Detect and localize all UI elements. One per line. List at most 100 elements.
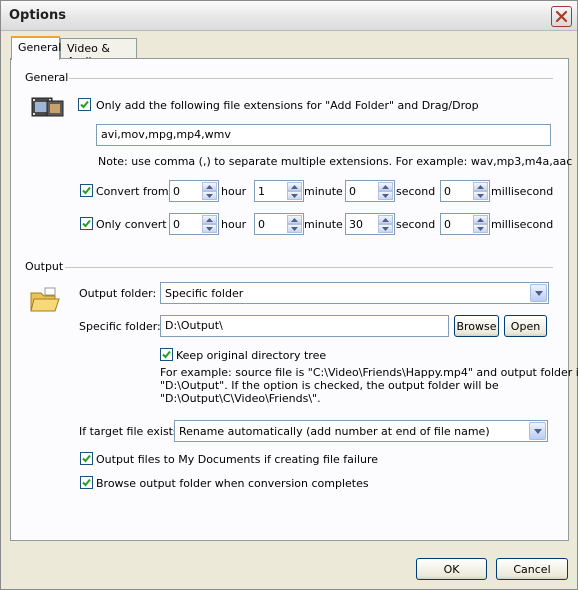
if-exists-dropdown-button[interactable] [529,422,546,440]
ok-button[interactable]: OK [416,558,487,580]
spin-up-button[interactable] [473,182,488,191]
checkmark-icon [80,100,89,109]
close-button[interactable] [551,6,572,27]
example-line-3: "D:\Output\C\Video\Friends\". [160,392,321,405]
spin-down-button[interactable] [202,191,217,200]
minute-unit-label: minute [304,185,343,198]
only-convert-label: Only convert [96,218,167,231]
specific-folder-input[interactable]: D:\Output\ [160,315,449,337]
only-convert-second-spinner[interactable]: 30 [345,213,395,235]
convert-from-minute-spinner[interactable]: 1 [254,180,304,202]
millisecond-unit-label: millisecond [491,185,554,198]
window-title: Options [9,8,66,23]
cancel-button[interactable]: Cancel [496,558,568,580]
browse-button-label: Browse [456,320,497,333]
spin-down-button[interactable] [287,191,302,200]
spin-up-button[interactable] [287,215,302,224]
convert-from-hour-value: 0 [173,185,180,198]
hour-unit-label: hour [221,185,247,198]
folder-icon [30,287,60,312]
only-add-extensions-checkbox[interactable] [78,98,91,111]
spin-up-button[interactable] [378,215,393,224]
extensions-input[interactable]: avi,mov,mpg,mp4,wmv [96,124,551,146]
arrow-down-icon [206,194,213,198]
checkmark-icon [162,350,171,359]
only-convert-hour-spinner[interactable]: 0 [169,213,219,235]
browse-on-complete-checkbox[interactable] [80,476,93,489]
arrow-down-icon [477,227,484,231]
chevron-down-icon [535,291,543,296]
only-convert-millisecond-spinner[interactable]: 0 [440,213,490,235]
spin-down-button[interactable] [473,224,488,233]
convert-from-checkbox[interactable] [80,184,93,197]
arrow-down-icon [291,194,298,198]
arrow-up-icon [477,218,484,222]
if-exists-label: If target file exists [79,425,179,438]
second-unit-label: second [396,218,436,231]
my-documents-checkbox[interactable] [80,452,93,465]
spin-up-button[interactable] [473,215,488,224]
output-divider [65,267,553,268]
minute-unit-label: minute [304,218,343,231]
my-documents-label: Output files to My Documents if creating… [96,453,379,466]
spin-up-button[interactable] [378,182,393,191]
close-icon [555,10,568,23]
browse-on-complete-label: Browse output folder when conversion com… [96,477,369,490]
general-divider [69,78,553,79]
spin-down-button[interactable] [378,191,393,200]
output-section-title: Output [25,260,64,273]
keep-directory-tree-label: Keep original directory tree [176,349,327,362]
spin-up-button[interactable] [202,215,217,224]
only-add-extensions-label: Only add the following file extensions f… [96,99,479,112]
checkmark-icon [82,478,91,487]
convert-from-second-spinner[interactable]: 0 [345,180,395,202]
second-unit-label: second [396,185,436,198]
example-line-1: For example: source file is "C:\Video\Fr… [160,366,578,379]
chevron-down-icon [534,429,542,434]
checkmark-icon [82,219,91,228]
output-folder-dropdown-button[interactable] [530,284,547,302]
only-convert-hour-value: 0 [173,218,180,231]
convert-from-label: Convert from [96,185,169,198]
only-convert-minute-value: 0 [258,218,265,231]
open-button[interactable]: Open [504,315,547,337]
arrow-up-icon [206,185,213,189]
tab-video-audio[interactable]: Video & Audio [60,38,137,68]
general-section-title: General [25,71,69,84]
tab-general[interactable]: General [11,36,61,60]
arrow-up-icon [382,185,389,189]
convert-from-millisecond-spinner[interactable]: 0 [440,180,490,202]
cancel-button-label: Cancel [513,563,551,576]
only-convert-second-value: 30 [349,218,363,231]
convert-from-second-value: 0 [349,185,356,198]
spin-up-button[interactable] [287,182,302,191]
output-folder-select[interactable]: Specific folder [160,282,549,304]
arrow-up-icon [206,218,213,222]
arrow-down-icon [291,227,298,231]
convert-from-hour-spinner[interactable]: 0 [169,180,219,202]
only-convert-checkbox[interactable] [80,217,93,230]
extensions-note: Note: use comma (,) to separate multiple… [98,155,573,168]
example-line-2: "D:\Output". If the option is checked, t… [160,379,499,392]
if-exists-value: Rename automatically (add number at end … [179,425,490,438]
options-window: Options General Video & Audio General On… [0,0,578,590]
specific-folder-label: Specific folder: [79,320,161,333]
arrow-up-icon [291,185,298,189]
spin-down-button[interactable] [378,224,393,233]
tab-panel-general: General Only add the following file exte… [10,58,578,541]
arrow-down-icon [382,194,389,198]
browse-button[interactable]: Browse [454,315,499,337]
output-folder-value: Specific folder [165,287,244,300]
output-folder-label: Output folder: [79,287,157,300]
spin-down-button[interactable] [202,224,217,233]
arrow-up-icon [382,218,389,222]
spin-down-button[interactable] [287,224,302,233]
only-convert-minute-spinner[interactable]: 0 [254,213,304,235]
spin-down-button[interactable] [473,191,488,200]
arrow-up-icon [291,218,298,222]
keep-directory-tree-checkbox[interactable] [160,348,173,361]
spin-up-button[interactable] [202,182,217,191]
if-exists-select[interactable]: Rename automatically (add number at end … [174,420,548,442]
arrow-down-icon [206,227,213,231]
convert-from-millisecond-value: 0 [444,185,451,198]
